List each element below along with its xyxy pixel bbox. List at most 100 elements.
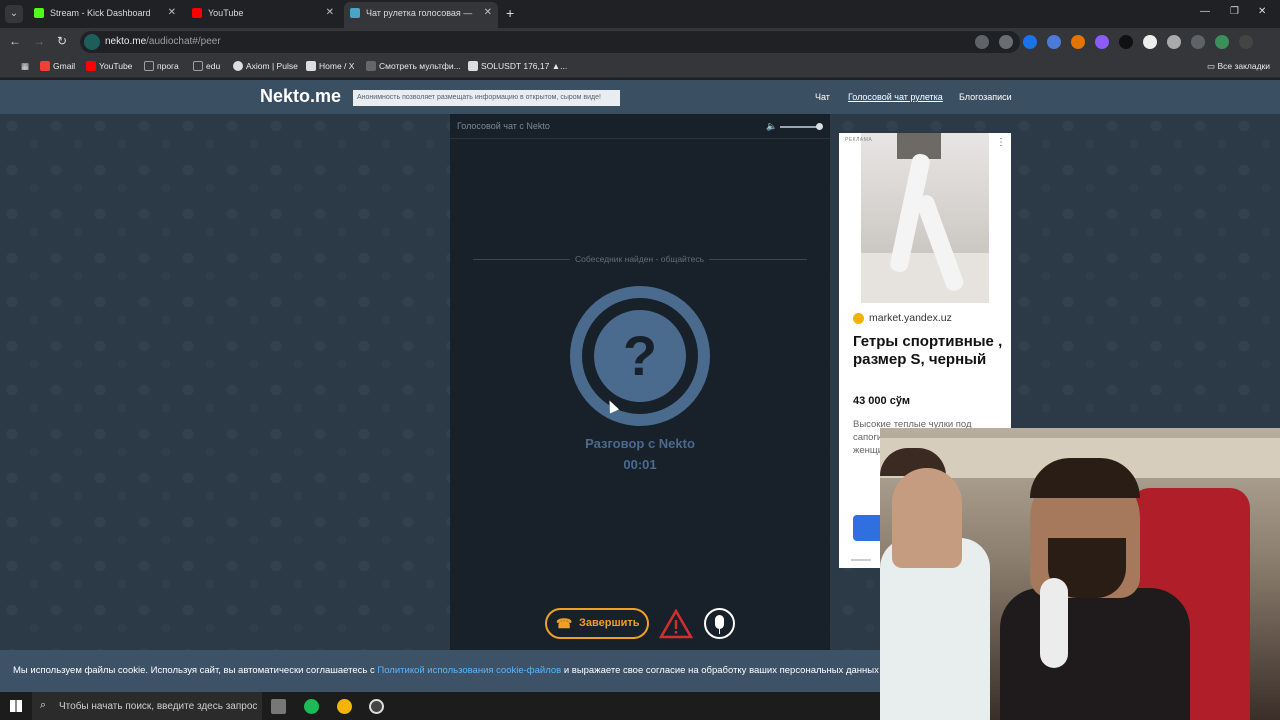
x-logo-icon — [306, 61, 316, 71]
partner-avatar: ? — [570, 286, 710, 426]
microphone-toggle-button[interactable] — [704, 608, 735, 639]
url-text: nekto.me/audiochat#/peer — [105, 36, 221, 47]
yandex-market-icon — [853, 313, 864, 324]
tab-label: Stream - Kick Dashboard — [50, 8, 151, 18]
extension-icon[interactable] — [1023, 35, 1037, 49]
task-view-icon[interactable] — [271, 699, 286, 714]
apps-grid-icon[interactable]: ▦ — [8, 61, 29, 72]
obs-icon[interactable] — [369, 699, 384, 714]
nav-blog-link[interactable]: Блогозаписи — [959, 92, 1012, 102]
conversation-label: Разговор с Nekto — [585, 436, 695, 451]
spotify-icon[interactable] — [304, 699, 319, 714]
tab-youtube[interactable]: YouTube ✕ — [192, 2, 334, 28]
bookmark-gmail[interactable]: Gmail — [40, 61, 75, 71]
extension-icon[interactable] — [1071, 35, 1085, 49]
nekto-favicon-icon — [350, 8, 360, 18]
bookmark-x-home[interactable]: Home / X — [306, 61, 354, 71]
ad-source[interactable]: market.yandex.uz — [853, 312, 952, 324]
url-host: nekto.me — [105, 36, 147, 47]
restore-icon[interactable]: ❐ — [1230, 6, 1239, 17]
menu-kebab-icon[interactable] — [1239, 35, 1253, 49]
bookmark-label: SOLUSDT 176,17 ▲... — [481, 61, 568, 71]
extension-icon[interactable] — [1047, 35, 1061, 49]
cookie-policy-link[interactable]: Политикой использования cookie-файлов — [377, 665, 561, 676]
bookmark-label: Axiom | Pulse — [246, 61, 298, 71]
volume-icon[interactable]: 🔈 — [766, 121, 777, 132]
address-bar[interactable]: nekto.me/audiochat#/peer — [80, 31, 1020, 53]
ad-options-icon[interactable]: ⋮ — [996, 137, 1006, 148]
bookmark-label: Gmail — [53, 61, 76, 71]
folder-icon — [144, 61, 154, 71]
ad-product-image[interactable] — [861, 133, 989, 303]
windows-taskbar: ⌕ Чтобы начать поиск, введите здесь запр… — [0, 692, 880, 720]
webcam-overlay — [880, 428, 1280, 720]
tab-nekto-active[interactable]: Чат рулетка голосовая — ✕ — [344, 2, 498, 28]
end-call-button[interactable]: ☎ Завершить — [545, 608, 649, 639]
volume-slider-handle[interactable] — [816, 123, 823, 130]
bookmark-label: прога — [157, 61, 179, 71]
bookmark-axiom[interactable]: Axiom | Pulse — [233, 61, 298, 71]
back-icon[interactable]: ← — [9, 34, 21, 48]
notice-banner: Анонимность позволяет размещать информац… — [353, 90, 620, 106]
bookmark-label: YouTube — [99, 61, 133, 71]
windows-start-icon[interactable] — [10, 700, 22, 712]
voice-chat-panel: Голосовой чат с Nekto 🔈 Собеседник найде… — [450, 114, 830, 650]
search-icon: ⌕ — [40, 699, 47, 711]
bookmark-folder-proga[interactable]: прога — [144, 61, 179, 71]
nav-voice-roulette-link[interactable]: Голосовой чат рулетка — [848, 92, 943, 102]
all-bookmarks-folder[interactable]: ▭ Все закладки — [1207, 61, 1270, 72]
bookmark-folder-edu[interactable]: edu — [193, 61, 220, 71]
microphone-icon — [715, 615, 724, 629]
taskbar-search[interactable]: ⌕ Чтобы начать поиск, введите здесь запр… — [32, 692, 262, 720]
report-warning-icon[interactable] — [659, 609, 693, 639]
ad-price: 43 000 сўм — [853, 395, 911, 407]
bookmark-cartoons[interactable]: Смотреть мультфи... — [366, 61, 461, 71]
axiom-icon — [233, 61, 243, 71]
browser-tab-bar: ⌄ Stream - Kick Dashboard ✕ YouTube ✕ Ча… — [0, 0, 1280, 28]
extension-icon[interactable] — [1119, 35, 1133, 49]
folder-icon — [193, 61, 203, 71]
new-tab-icon[interactable]: + — [506, 5, 514, 21]
cookie-text-after: и выражаете свое согласие на обработку в… — [561, 665, 895, 676]
ad-label: РЕКЛАМА — [845, 137, 873, 143]
reload-icon[interactable]: ↻ — [57, 34, 67, 48]
tab-label: Чат рулетка голосовая — — [366, 8, 473, 18]
kick-icon — [34, 8, 44, 18]
cookie-text: Мы используем файлы cookie. Используя са… — [13, 665, 894, 676]
install-app-icon[interactable] — [975, 35, 989, 49]
site-logo[interactable]: Nekto.me — [260, 86, 341, 107]
chat-header: Голосовой чат с Nekto 🔈 — [450, 114, 830, 139]
close-window-icon[interactable]: ✕ — [1258, 6, 1266, 17]
bookmark-youtube[interactable]: YouTube — [86, 61, 132, 71]
ad-title[interactable]: Гетры спортивные , размер S, черный — [853, 333, 1003, 369]
extension-icon[interactable] — [1167, 35, 1181, 49]
close-tab-icon[interactable]: ✕ — [168, 2, 176, 24]
tab-search-button[interactable]: ⌄ — [5, 5, 23, 23]
tab-kick-dashboard[interactable]: Stream - Kick Dashboard ✕ — [34, 2, 176, 28]
chrome-icon[interactable] — [337, 699, 352, 714]
call-timer: 00:01 — [623, 457, 657, 472]
extension-icon[interactable] — [1143, 35, 1157, 49]
bookmark-star-icon[interactable] — [999, 35, 1013, 49]
extensions-puzzle-icon[interactable] — [1191, 35, 1205, 49]
site-info-icon[interactable] — [84, 34, 100, 50]
sofa-shape — [861, 253, 989, 303]
partner-found-status: Собеседник найден - общайтесь — [570, 254, 710, 264]
site-icon — [366, 61, 376, 71]
nav-chat-link[interactable]: Чат — [815, 92, 830, 102]
bookmark-label: Home / X — [319, 61, 355, 71]
streamer-body — [1000, 588, 1190, 720]
forward-icon[interactable]: → — [33, 34, 45, 48]
ad-progress-bar — [851, 559, 871, 561]
youtube-icon — [192, 8, 202, 18]
minimize-icon[interactable]: — — [1200, 6, 1210, 17]
bookmark-label: Смотреть мультфи... — [379, 61, 461, 71]
bookmark-solusdt[interactable]: SOLUSDT 176,17 ▲... — [468, 61, 567, 71]
volume-slider[interactable] — [780, 126, 820, 128]
cookie-banner: Мы используем файлы cookie. Используя са… — [0, 650, 894, 692]
close-tab-icon[interactable]: ✕ — [326, 2, 334, 24]
profile-avatar[interactable] — [1215, 35, 1229, 49]
extension-icon[interactable] — [1095, 35, 1109, 49]
close-tab-icon[interactable]: ✕ — [484, 2, 492, 24]
question-mark-icon: ? — [594, 310, 686, 402]
